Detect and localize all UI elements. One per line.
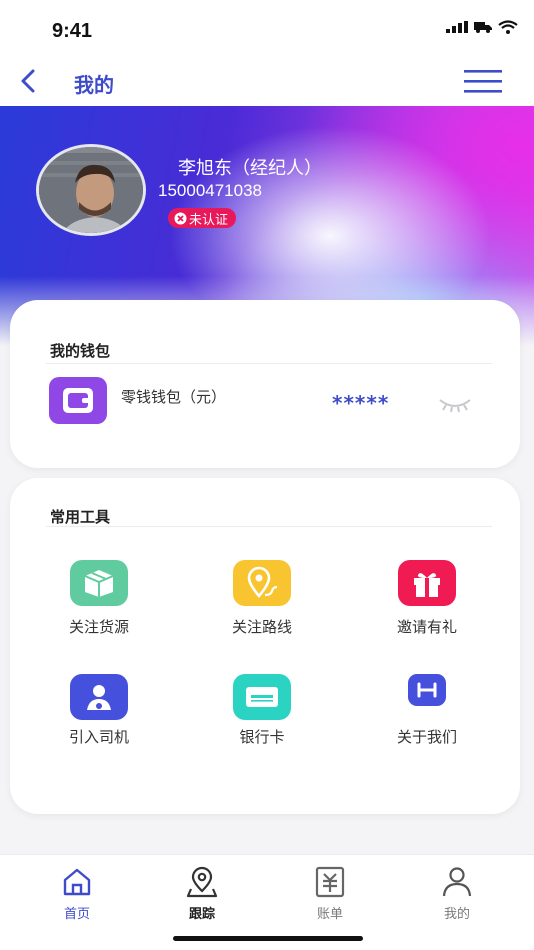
gift-icon — [398, 560, 456, 606]
avatar[interactable] — [36, 144, 146, 236]
tool-label: 引入司机 — [68, 728, 129, 746]
status-time: 9:41 — [52, 20, 93, 42]
tool-about-us[interactable]: 关于我们 — [352, 674, 502, 764]
wallet-icon[interactable] — [49, 377, 107, 424]
user-phone: 15000471038 — [158, 181, 263, 200]
bill-icon — [315, 866, 345, 898]
home-icon — [63, 868, 91, 896]
back-icon[interactable] — [16, 68, 42, 94]
wallet-label: 零钱钱包（元） — [121, 388, 227, 406]
verification-badge[interactable]: 未认证 — [168, 208, 237, 228]
tab-label: 首页 — [63, 907, 90, 922]
tool-label: 关于我们 — [396, 728, 457, 746]
status-bar: 9:41 — [0, 0, 534, 56]
tab-label: 跟踪 — [188, 907, 215, 922]
tool-invite-reward[interactable]: 邀请有礼 — [352, 560, 502, 650]
bank-card-icon — [233, 674, 291, 720]
tools-title: 常用工具 — [50, 508, 111, 526]
tool-invite-driver[interactable]: 引入司机 — [24, 674, 174, 764]
home-indicator — [173, 936, 363, 941]
badge-label: 未认证 — [189, 212, 229, 228]
tool-label: 邀请有礼 — [396, 618, 457, 636]
tab-tracking[interactable]: 跟踪 — [162, 865, 242, 922]
user-icon — [442, 867, 472, 897]
tab-mine[interactable]: 我的 — [417, 865, 497, 922]
tab-home[interactable]: 首页 — [37, 865, 117, 922]
eye-closed-icon[interactable] — [438, 396, 472, 414]
package-icon — [70, 560, 128, 606]
tool-label: 银行卡 — [239, 728, 285, 746]
menu-icon[interactable] — [464, 68, 502, 94]
driver-icon — [70, 674, 128, 720]
location-icon — [186, 866, 218, 898]
tool-label: 关注路线 — [231, 618, 292, 636]
divider — [46, 526, 492, 527]
wallet-balance: ***** — [332, 391, 390, 415]
avatar-portrait — [39, 147, 143, 233]
route-pin-icon — [233, 560, 291, 606]
tab-label: 我的 — [443, 907, 470, 922]
tab-bill[interactable]: 账单 — [290, 865, 370, 922]
tool-follow-route[interactable]: 关注路线 — [187, 560, 337, 650]
signal-icon — [446, 21, 468, 33]
tool-label: 关注货源 — [68, 618, 129, 636]
nav-bar: 我的 — [0, 56, 534, 106]
page-title: 我的 — [74, 73, 114, 97]
tools-card: 常用工具 关注货源 关注路线 邀请有礼 引入司机 银行卡 关于我们 — [10, 478, 520, 814]
about-icon — [408, 674, 446, 706]
status-icons — [446, 20, 518, 34]
close-circle-icon — [174, 212, 187, 224]
wallet-card: 我的钱包 零钱钱包（元） ***** — [10, 300, 520, 468]
tool-follow-cargo[interactable]: 关注货源 — [24, 560, 174, 650]
wifi-icon — [498, 20, 518, 34]
tab-label: 账单 — [316, 907, 343, 922]
wallet-glyph — [63, 388, 93, 413]
wallet-title: 我的钱包 — [50, 342, 111, 360]
tool-bank-card[interactable]: 银行卡 — [187, 674, 337, 764]
truck-icon — [474, 22, 492, 33]
user-name: 李旭东（经纪人） — [178, 158, 322, 179]
divider — [46, 363, 492, 364]
